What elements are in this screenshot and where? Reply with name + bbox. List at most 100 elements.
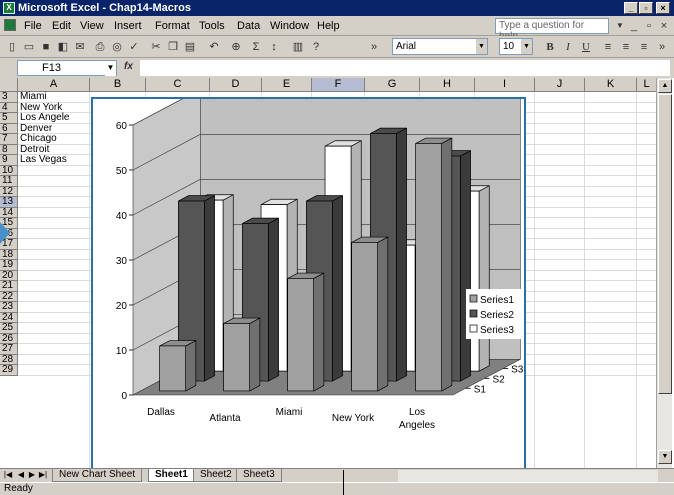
print-preview-icon[interactable]: ◎	[109, 39, 125, 55]
menu-window[interactable]: Window	[270, 20, 309, 32]
column-header-g[interactable]: G	[365, 78, 420, 92]
column-header-d[interactable]: D	[210, 78, 262, 92]
row-header-21[interactable]: 21	[0, 281, 18, 292]
italic-button[interactable]: I	[560, 39, 576, 55]
minimize-button[interactable]: _	[624, 2, 638, 14]
chart-wizard-icon[interactable]: ▥	[290, 39, 306, 55]
menu-data[interactable]: Data	[237, 20, 260, 32]
workbook-icon[interactable]	[4, 19, 16, 31]
select-all-corner[interactable]	[0, 78, 18, 92]
menu-format[interactable]: Format	[155, 20, 190, 32]
excel-app-icon[interactable]: X	[3, 2, 15, 14]
chart-canvas: 0 10 20 30 40 50 60 Dallas Atlanta Miami New York L…	[116, 88, 524, 431]
next-sheet-icon[interactable]: ▶	[27, 470, 37, 479]
menu-edit[interactable]: Edit	[52, 20, 71, 32]
horizontal-scrollbar[interactable]	[398, 470, 658, 482]
column-header-a[interactable]: A	[18, 78, 90, 92]
sort-icon[interactable]: ↕	[266, 39, 282, 55]
row-header-23[interactable]: 23	[0, 302, 18, 313]
print-icon[interactable]: ⎙	[92, 39, 108, 55]
close-button[interactable]: ×	[656, 2, 670, 14]
first-sheet-icon[interactable]: |◀	[3, 470, 13, 479]
bar-series3-los-angeles-side	[478, 185, 490, 372]
scroll-down-arrow-icon[interactable]: ▼	[658, 450, 672, 464]
align-right-icon[interactable]: ≡	[636, 39, 652, 55]
row-header-19[interactable]: 19	[0, 260, 18, 271]
vertical-scroll-thumb[interactable]	[658, 94, 672, 394]
column-header-c[interactable]: C	[146, 78, 210, 92]
column-header-k[interactable]: K	[585, 78, 637, 92]
undo-icon[interactable]: ↶	[206, 39, 222, 55]
bar-series1-miami	[287, 278, 314, 392]
hyperlink-icon[interactable]: ⊕	[228, 39, 244, 55]
underline-button[interactable]: U	[578, 39, 594, 55]
copy-icon[interactable]: ❐	[165, 39, 181, 55]
autosum-icon[interactable]: Σ	[248, 39, 264, 55]
row-header-25[interactable]: 25	[0, 323, 18, 334]
paste-icon[interactable]: ▤	[182, 39, 198, 55]
menu-file[interactable]: File	[24, 20, 42, 32]
column-header-b[interactable]: B	[90, 78, 146, 92]
column-header-i[interactable]: I	[475, 78, 535, 92]
column-header-f[interactable]: F	[312, 78, 365, 92]
title-bar: X Microsoft Excel - Chap14-Macros _ ▫ ×	[0, 0, 674, 16]
last-sheet-icon[interactable]: ▶|	[38, 470, 48, 479]
menu-tools[interactable]: Tools	[199, 20, 225, 32]
row-header-27[interactable]: 27	[0, 344, 18, 355]
cell-a7[interactable]: Chicago	[20, 134, 57, 145]
row-header-7[interactable]: 7	[0, 134, 18, 145]
cell-a3[interactable]: Miami	[20, 92, 47, 103]
column-header-l[interactable]: L	[637, 78, 657, 92]
help-search-input[interactable]: Type a question for help	[495, 18, 609, 42]
insert-function-icon[interactable]: fx	[124, 61, 133, 72]
tab-new-chart-sheet[interactable]: New Chart Sheet	[52, 469, 143, 482]
size-dropdown-arrow-icon[interactable]: ▼	[521, 39, 532, 54]
column-header-h[interactable]: H	[420, 78, 475, 92]
toolbar-options-icon[interactable]: »	[366, 39, 382, 55]
tab-sheet1[interactable]: Sheet1	[148, 469, 195, 482]
name-box[interactable]: F13 ▼	[17, 60, 117, 76]
open-icon[interactable]: ▭	[21, 39, 37, 55]
row-header-11[interactable]: 11	[0, 176, 18, 187]
vertical-scrollbar[interactable]: ▲ ▼	[656, 78, 672, 468]
tab-sheet3[interactable]: Sheet3	[236, 469, 282, 482]
permission-icon[interactable]: ◧	[55, 39, 71, 55]
align-center-icon[interactable]: ≡	[618, 39, 634, 55]
column-header-e[interactable]: E	[262, 78, 312, 92]
restore-button[interactable]: ▫	[639, 2, 653, 14]
prev-sheet-icon[interactable]: ◀	[16, 470, 26, 479]
cut-icon[interactable]: ✂	[148, 39, 164, 55]
help-icon[interactable]: ?	[308, 39, 324, 55]
formatting-options-icon[interactable]: »	[654, 39, 670, 55]
legend-label: Series2	[480, 310, 514, 321]
column-header-j[interactable]: J	[535, 78, 585, 92]
cell-a9[interactable]: Las Vegas	[20, 155, 67, 166]
legend-label: Series1	[480, 295, 514, 306]
font-name-select[interactable]: Arial ▼	[392, 38, 488, 55]
font-dropdown-arrow-icon[interactable]: ▼	[476, 39, 487, 54]
row-header-13[interactable]: 13	[0, 197, 18, 208]
new-icon[interactable]: ▯	[4, 39, 20, 55]
tab-sheet2[interactable]: Sheet2	[193, 469, 239, 482]
save-icon[interactable]: ■	[38, 39, 54, 55]
font-size-select[interactable]: 10 ▼	[499, 38, 533, 55]
spelling-icon[interactable]: ✓	[126, 39, 142, 55]
bold-button[interactable]: B	[542, 39, 558, 55]
embedded-chart[interactable]: 0 10 20 30 40 50 60 Dallas Atlanta Miami New York L…	[91, 88, 526, 470]
doc-close-button[interactable]: ×	[656, 18, 672, 34]
row-header-9[interactable]: 9	[0, 155, 18, 166]
scroll-up-arrow-icon[interactable]: ▲	[658, 79, 672, 93]
menu-insert[interactable]: Insert	[114, 20, 142, 32]
align-left-icon[interactable]: ≡	[600, 39, 616, 55]
menu-view[interactable]: View	[80, 20, 104, 32]
formula-input[interactable]	[140, 60, 670, 76]
doc-restore-button[interactable]: ▫	[641, 18, 657, 34]
row-header-29[interactable]: 29	[0, 365, 18, 376]
cell-a5[interactable]: Los Angele	[20, 113, 70, 124]
email-icon[interactable]: ✉	[72, 39, 88, 55]
name-box-arrow-icon[interactable]: ▼	[105, 61, 116, 76]
doc-minimize-button[interactable]: _	[626, 18, 642, 34]
row-header-3[interactable]: 3	[0, 92, 18, 103]
row-header-5[interactable]: 5	[0, 113, 18, 124]
menu-help[interactable]: Help	[317, 20, 340, 32]
